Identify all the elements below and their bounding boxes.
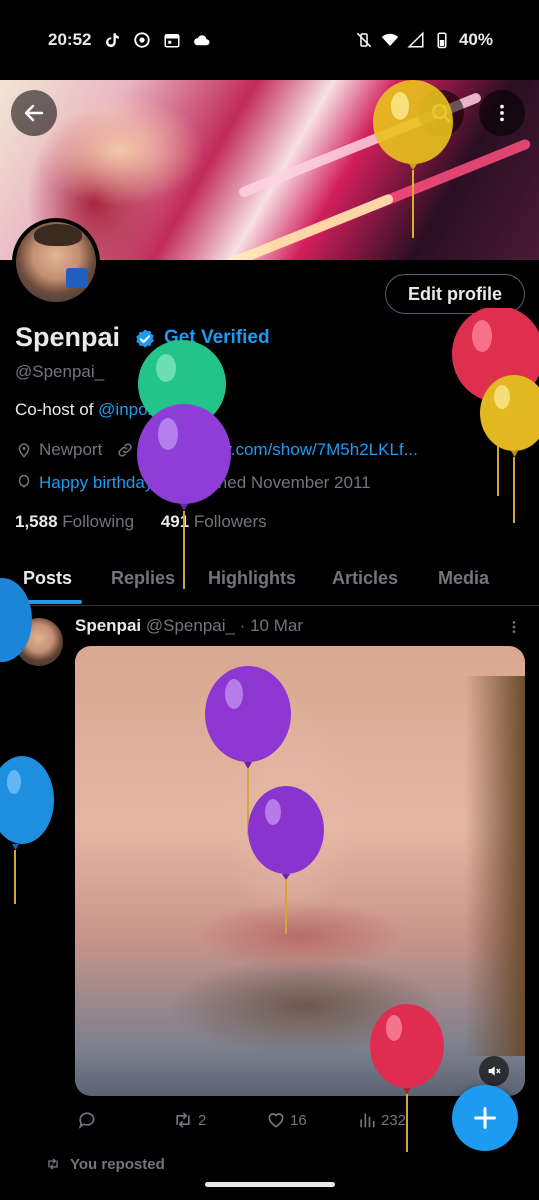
link-icon bbox=[118, 443, 132, 457]
mute-button[interactable] bbox=[479, 1056, 509, 1086]
repost-button[interactable]: 2 bbox=[172, 1110, 206, 1130]
back-button[interactable] bbox=[11, 90, 57, 136]
post-video[interactable] bbox=[75, 646, 525, 1096]
post-more-button[interactable] bbox=[506, 618, 522, 641]
post-avatar[interactable] bbox=[15, 618, 63, 666]
status-time: 20:52 bbox=[48, 30, 92, 49]
views-count: 232 bbox=[381, 1111, 407, 1129]
profile-birthday[interactable]: Happy birthday! bbox=[39, 473, 158, 493]
wifi-icon bbox=[381, 33, 399, 46]
post-handle[interactable]: @Spenpai_ bbox=[146, 616, 235, 635]
heart-icon bbox=[268, 1113, 284, 1128]
volume-muted-icon bbox=[488, 1066, 501, 1076]
following-count: 1,588 bbox=[15, 512, 58, 531]
profile-name: Spenpai bbox=[15, 322, 121, 352]
get-verified-link[interactable]: Get Verified bbox=[164, 327, 270, 349]
profile-tabs: Posts Replies Highlights Articles Media bbox=[0, 556, 539, 606]
reply-icon bbox=[78, 1112, 95, 1129]
post-date: · 10 Mar bbox=[239, 616, 303, 635]
signal-icon bbox=[407, 31, 424, 48]
bio-suffix: ! bbox=[192, 400, 198, 419]
more-button[interactable] bbox=[479, 90, 525, 136]
arrow-left-icon bbox=[24, 104, 44, 122]
tab-articles[interactable]: Articles bbox=[332, 568, 398, 589]
balloon-icon bbox=[18, 474, 30, 489]
balloon-yellow-icon bbox=[480, 375, 539, 523]
repost-count: 2 bbox=[198, 1111, 207, 1129]
search-icon bbox=[432, 104, 451, 123]
repost-icon bbox=[176, 1112, 190, 1128]
reposted-indicator: You reposted bbox=[44, 1156, 165, 1173]
home-indicator[interactable] bbox=[205, 1182, 335, 1187]
repost-icon bbox=[48, 1158, 58, 1170]
profile-meta-row-2: Happy birthday! Joined November 2011 bbox=[15, 473, 371, 493]
tab-replies[interactable]: Replies bbox=[111, 568, 175, 589]
verified-badge-icon bbox=[136, 329, 154, 348]
profile-handle: @Spenpai_ bbox=[15, 362, 105, 381]
balloon-green-icon bbox=[138, 340, 226, 428]
search-button[interactable] bbox=[418, 90, 464, 136]
reposted-label: You reposted bbox=[70, 1156, 165, 1173]
followers-count: 491 bbox=[160, 512, 190, 531]
battery-percent: 40% bbox=[458, 30, 493, 49]
profile-website-link[interactable]: open.spotify.com/show/7M5h2LKLf... bbox=[140, 440, 418, 460]
profile-meta-row: Newport open.spotify.com/show/7M5h2LKLf.… bbox=[15, 440, 418, 460]
post-author[interactable]: Spenpai bbox=[75, 616, 141, 635]
profile-joined: Joined November 2011 bbox=[196, 473, 371, 492]
calendar-icon bbox=[174, 477, 188, 490]
status-bar: 20:52 40% bbox=[0, 0, 539, 80]
calendar-icon bbox=[164, 34, 180, 48]
views-button[interactable]: 232 bbox=[357, 1110, 406, 1130]
profile-bio: Co-host of @inpoistrust! bbox=[15, 400, 198, 420]
more-vertical-icon bbox=[500, 104, 504, 122]
like-count: 16 bbox=[290, 1111, 307, 1129]
edit-profile-button[interactable]: Edit profile bbox=[385, 274, 525, 314]
compose-post-button[interactable] bbox=[452, 1085, 518, 1151]
balloon-red-icon bbox=[452, 308, 539, 496]
active-tab-indicator bbox=[14, 600, 82, 604]
battery-icon bbox=[437, 32, 447, 49]
bio-prefix: Co-host of bbox=[15, 400, 99, 419]
tab-media[interactable]: Media bbox=[438, 568, 489, 589]
profile-location: Newport bbox=[39, 440, 103, 459]
plus-icon bbox=[474, 1107, 496, 1129]
reply-button[interactable] bbox=[77, 1110, 101, 1130]
followers-label: Followers bbox=[189, 512, 267, 531]
tiktok-icon bbox=[106, 33, 120, 48]
chrome-icon bbox=[134, 32, 151, 48]
profile-avatar[interactable] bbox=[12, 218, 100, 306]
bio-mention-link[interactable]: @inpoistrust bbox=[98, 400, 193, 419]
following-label: Following bbox=[57, 512, 135, 531]
tab-highlights[interactable]: Highlights bbox=[208, 568, 296, 589]
balloon-blue-icon bbox=[0, 756, 54, 904]
followers-link[interactable]: 491 Followers bbox=[161, 512, 267, 531]
following-link[interactable]: 1,588 Following bbox=[15, 512, 134, 531]
post-header: Spenpai @Spenpai_ · 10 Mar bbox=[75, 616, 303, 636]
location-pin-icon bbox=[18, 443, 30, 458]
more-vertical-icon bbox=[512, 621, 516, 633]
vibrate-off-icon bbox=[356, 32, 372, 48]
like-button[interactable]: 16 bbox=[266, 1110, 307, 1130]
views-icon bbox=[360, 1113, 375, 1128]
cloud-icon bbox=[194, 35, 210, 46]
tab-posts[interactable]: Posts bbox=[23, 568, 72, 589]
follow-counts: 1,588 Following 491 Followers bbox=[15, 512, 267, 532]
